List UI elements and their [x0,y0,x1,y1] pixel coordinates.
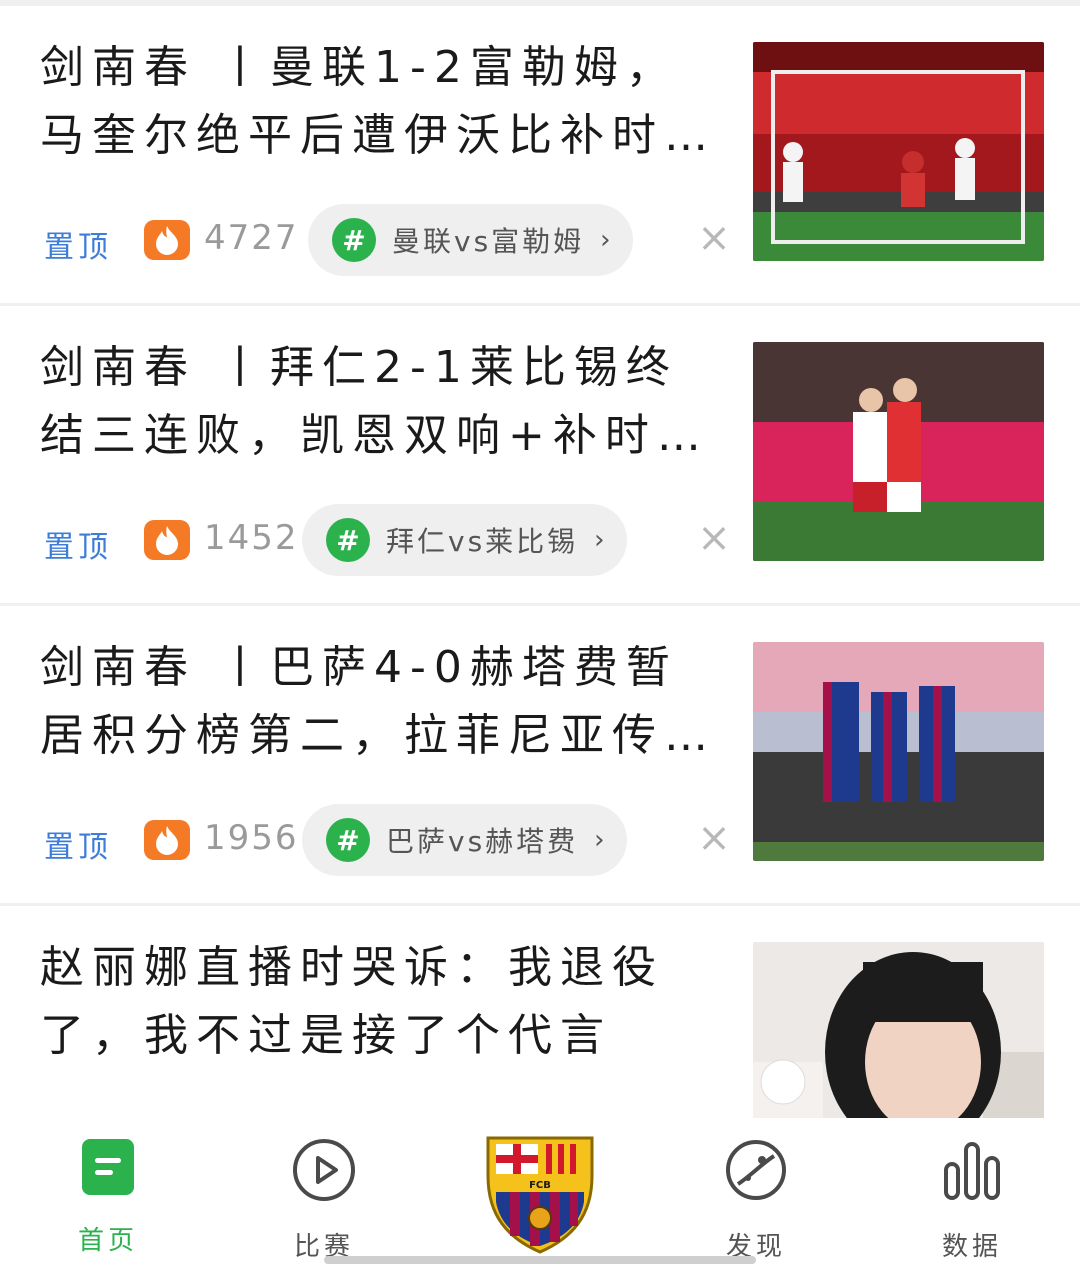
hot-count: 1956 [204,818,299,858]
topic-chip[interactable]: # 拜仁vs莱比锡 › [302,504,627,576]
news-thumbnail[interactable] [753,342,1044,561]
news-meta: 置顶 4727 # 曼联vs富勒姆 › × [44,204,734,276]
crest-letters: FCB [529,1180,551,1191]
close-icon[interactable]: × [694,818,734,858]
news-thumbnail[interactable] [753,942,1044,1118]
topic-label: 拜仁vs莱比锡 [386,525,579,558]
hashtag-icon: # [332,218,376,262]
news-meta: 置顶 1956 # 巴萨vs赫塔费 › × [44,804,734,876]
news-meta: 置顶 1452 # 拜仁vs莱比锡 › × [44,504,734,576]
fire-icon [144,520,190,560]
pin-label: 置顶 [44,530,112,565]
chevron-right-icon: › [594,825,605,855]
play-icon [292,1138,356,1202]
home-icon [76,1138,140,1196]
pin-label: 置顶 [44,830,112,865]
hot-count: 4727 [204,218,299,258]
discover-icon [724,1138,788,1202]
chevron-right-icon: › [600,225,611,255]
news-thumbnail[interactable] [753,642,1044,861]
tab-home[interactable]: 首页 [48,1138,168,1256]
news-title[interactable]: 剑南春 丨巴萨4-0赫塔费暂居积分榜第二，拉菲尼亚传射… [40,634,715,770]
close-icon[interactable]: × [694,218,734,258]
stats-icon [940,1138,1004,1202]
topic-label: 曼联vs富勒姆 [392,225,585,258]
tab-discover[interactable]: 发现 [696,1138,816,1262]
chevron-right-icon: › [594,525,605,555]
hot-count: 1452 [204,518,299,558]
fire-icon [144,220,190,260]
tab-stats[interactable]: 数据 [912,1138,1032,1262]
barcelona-crest[interactable]: FCB [480,1132,600,1256]
topic-chip[interactable]: # 曼联vs富勒姆 › [308,204,633,276]
news-card[interactable]: 剑南春 丨拜仁2-1莱比锡终结三连败，凯恩双响+补时绝杀 置顶 1452 # 拜… [0,306,1080,606]
news-card[interactable]: 剑南春 丨巴萨4-0赫塔费暂居积分榜第二，拉菲尼亚传射… 置顶 1956 # 巴… [0,606,1080,906]
tab-matches[interactable]: 比赛 [264,1138,384,1262]
topic-chip[interactable]: # 巴萨vs赫塔费 › [302,804,627,876]
fire-icon [144,820,190,860]
pin-label: 置顶 [44,230,112,265]
tab-label: 首页 [77,1226,138,1256]
news-thumbnail[interactable] [753,42,1044,261]
bottom-tab-bar: 首页 比赛 FCB 发现 数据 [0,1118,1080,1268]
home-indicator[interactable] [324,1256,756,1264]
news-feed[interactable]: 剑南春 丨曼联1-2富勒姆，马奎尔绝平后遭伊沃比补时绝杀 置顶 4727 [0,6,1080,1118]
news-card[interactable]: 赵丽娜直播时哭诉：我退役了，我不过是接了个代言 [0,906,1080,1118]
topic-label: 巴萨vs赫塔费 [386,825,579,858]
news-card[interactable]: 剑南春 丨曼联1-2富勒姆，马奎尔绝平后遭伊沃比补时绝杀 置顶 4727 [0,6,1080,306]
close-icon[interactable]: × [694,518,734,558]
news-title[interactable]: 赵丽娜直播时哭诉：我退役了，我不过是接了个代言 [40,934,715,1070]
news-title[interactable]: 剑南春 丨曼联1-2富勒姆，马奎尔绝平后遭伊沃比补时绝杀 [40,34,715,170]
news-title[interactable]: 剑南春 丨拜仁2-1莱比锡终结三连败，凯恩双响+补时绝杀 [40,334,715,470]
tab-label: 数据 [941,1232,1002,1262]
hashtag-icon: # [326,518,370,562]
hashtag-icon: # [326,818,370,862]
